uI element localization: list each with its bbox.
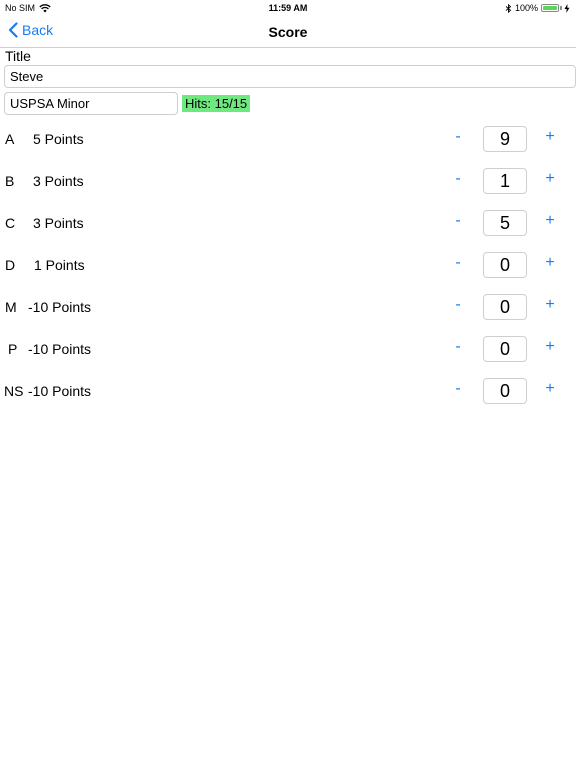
points-label: -10 Points xyxy=(28,299,92,315)
score-row-ns: NS -10 Points - 0 + xyxy=(0,376,576,406)
nav-bar: Back Score xyxy=(0,16,576,48)
hits-badge: Hits: 15/15 xyxy=(182,95,251,112)
decrement-button[interactable]: - xyxy=(451,170,465,188)
score-row-c: C 3 Points - 5 + xyxy=(0,208,576,238)
points-label: 3 Points xyxy=(33,173,84,189)
status-time: 11:59 AM xyxy=(268,3,308,13)
points-label: -10 Points xyxy=(28,383,92,399)
increment-button[interactable]: + xyxy=(543,338,557,356)
charging-bolt-icon xyxy=(564,3,570,13)
status-bar: No SIM 11:59 AM 100% xyxy=(0,0,576,16)
points-label: -10 Points xyxy=(28,341,92,357)
count-field[interactable]: 0 xyxy=(483,252,527,278)
count-field[interactable]: 5 xyxy=(483,210,527,236)
increment-button[interactable]: + xyxy=(543,212,557,230)
increment-button[interactable]: + xyxy=(543,380,557,398)
bluetooth-icon xyxy=(505,3,512,13)
zone-label: M xyxy=(5,299,17,315)
zone-label: C xyxy=(5,215,16,231)
points-label: 3 Points xyxy=(33,215,84,231)
division-input[interactable] xyxy=(4,92,178,115)
score-row-b: B 3 Points - 1 + xyxy=(0,166,576,196)
battery-percent: 100% xyxy=(514,3,538,13)
count-field[interactable]: 9 xyxy=(483,126,527,152)
battery-icon xyxy=(541,4,559,12)
count-field[interactable]: 1 xyxy=(483,168,527,194)
increment-button[interactable]: + xyxy=(543,296,557,314)
title-label: Title xyxy=(5,48,31,64)
increment-button[interactable]: + xyxy=(543,170,557,188)
points-label: 5 Points xyxy=(33,131,84,147)
increment-button[interactable]: + xyxy=(543,128,557,146)
decrement-button[interactable]: - xyxy=(451,380,465,398)
zone-label: B xyxy=(5,173,15,189)
battery-level xyxy=(543,6,557,10)
decrement-button[interactable]: - xyxy=(451,128,465,146)
status-right: 100% xyxy=(505,3,570,13)
title-input[interactable] xyxy=(4,65,576,88)
count-field[interactable]: 0 xyxy=(483,336,527,362)
zone-label: A xyxy=(5,131,15,147)
score-row-p: P -10 Points - 0 + xyxy=(0,334,576,364)
count-field[interactable]: 0 xyxy=(483,378,527,404)
score-row-m: M -10 Points - 0 + xyxy=(0,292,576,322)
decrement-button[interactable]: - xyxy=(451,212,465,230)
zone-label: D xyxy=(5,257,16,273)
decrement-button[interactable]: - xyxy=(451,296,465,314)
score-row-d: D 1 Points - 0 + xyxy=(0,250,576,280)
decrement-button[interactable]: - xyxy=(451,254,465,272)
battery-tip xyxy=(560,6,562,10)
score-row-a: A 5 Points - 9 + xyxy=(0,124,576,154)
zone-label: P xyxy=(8,341,18,357)
points-label: 1 Points xyxy=(34,257,85,273)
page-title: Score xyxy=(268,24,308,40)
decrement-button[interactable]: - xyxy=(451,338,465,356)
increment-button[interactable]: + xyxy=(543,254,557,272)
zone-label: NS xyxy=(4,383,24,399)
count-field[interactable]: 0 xyxy=(483,294,527,320)
